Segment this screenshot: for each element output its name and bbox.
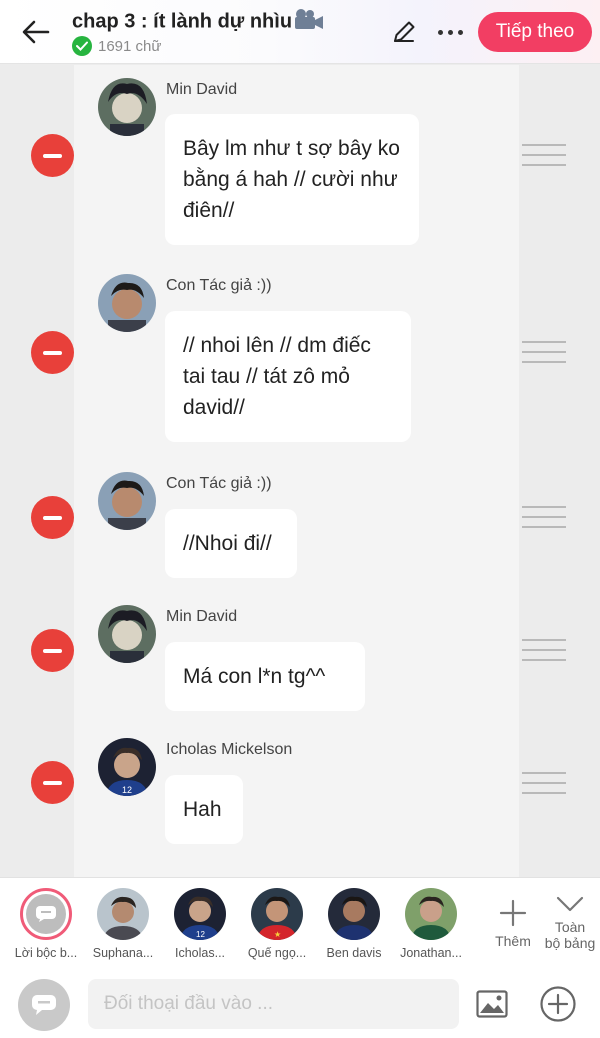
narrator-avatar	[20, 888, 72, 940]
current-speaker-button[interactable]	[18, 979, 70, 1031]
avatar	[97, 888, 149, 940]
character-jonathan[interactable]: Jonathan...	[395, 888, 467, 960]
author-name: Con Tác giả :))	[166, 475, 272, 492]
avatar[interactable]	[98, 605, 156, 663]
svg-text:★: ★	[274, 930, 281, 939]
message-bubble[interactable]: Hah	[165, 775, 243, 844]
message-bubble[interactable]: Bây lm như t sợ bây ko bằng á hah // cườ…	[165, 114, 419, 245]
author-name: Con Tác giả :))	[166, 277, 272, 294]
pencil-icon	[394, 21, 415, 42]
plus-circle-icon	[540, 986, 576, 1022]
avatar[interactable]	[98, 78, 156, 136]
remove-message-button[interactable]	[31, 134, 74, 177]
back-button[interactable]	[18, 14, 54, 50]
remove-message-button[interactable]	[31, 761, 74, 804]
plus-icon	[499, 899, 527, 927]
add-character-button[interactable]: Thêm	[486, 898, 540, 949]
image-icon	[476, 990, 508, 1018]
video-camera-icon	[294, 8, 324, 36]
all-characters-button[interactable]: Toàn bộ bảng	[540, 894, 600, 951]
author-name: Min David	[166, 81, 238, 98]
character-label: Quế ngọ...	[247, 946, 307, 960]
chapter-title: chap 3 : ít lành dự nhìu	[72, 8, 324, 36]
chapter-title-text: chap 3 : ít lành dự nhìu	[72, 10, 293, 33]
avatar	[328, 888, 380, 940]
insert-image-button[interactable]	[476, 989, 508, 1019]
message-bubble[interactable]: //Nhoi đi//	[165, 509, 297, 578]
character-label: Icholas...	[174, 946, 226, 960]
all-characters-label-line1: Toàn	[554, 919, 586, 935]
avatar	[405, 888, 457, 940]
input-bar	[0, 969, 600, 1038]
character-bar: Lời bộc b... Suphana... 12 Icholas... ★ …	[0, 877, 600, 969]
avatar: 12	[174, 888, 226, 940]
drag-handle[interactable]	[522, 639, 566, 661]
drag-handle[interactable]	[522, 144, 566, 166]
edit-button[interactable]	[388, 16, 420, 48]
svg-text:12: 12	[122, 785, 132, 795]
avatar[interactable]: 12	[98, 738, 156, 796]
character-label: Ben davis	[326, 946, 382, 960]
drag-handle[interactable]	[522, 341, 566, 363]
character-que-ngoc[interactable]: ★ Quế ngọ...	[241, 888, 313, 960]
remove-message-button[interactable]	[31, 331, 74, 374]
chat-bubble-icon	[32, 995, 56, 1015]
remove-message-button[interactable]	[31, 629, 74, 672]
dialogue-input[interactable]	[88, 979, 459, 1029]
author-name: Min David	[166, 608, 238, 625]
character-narrator[interactable]: Lời bộc b...	[10, 888, 82, 960]
check-icon	[72, 36, 92, 56]
avatar[interactable]	[98, 274, 156, 332]
character-label: Suphana...	[92, 946, 154, 960]
drag-handle[interactable]	[522, 506, 566, 528]
avatar[interactable]	[98, 472, 156, 530]
character-ben-davis[interactable]: Ben davis	[318, 888, 390, 960]
add-button[interactable]	[539, 985, 577, 1023]
chevron-down-icon	[556, 896, 584, 912]
message-bubble[interactable]: Má con l*n tg^^	[165, 642, 365, 711]
all-characters-label-line2: bộ bảng	[544, 935, 596, 951]
add-character-label: Thêm	[495, 933, 531, 949]
avatar: ★	[251, 888, 303, 940]
word-count-text: 1691 chữ	[98, 37, 162, 55]
chat-bubble-icon	[26, 894, 66, 934]
character-label: Jonathan...	[400, 946, 462, 960]
word-count: 1691 chữ	[72, 36, 161, 56]
chat-area[interactable]: Min David Bây lm như t sợ bây ko bằng á …	[0, 65, 600, 877]
character-label: Lời bộc b...	[14, 946, 78, 960]
character-suphana[interactable]: Suphana...	[87, 888, 159, 960]
arrow-left-icon	[22, 20, 50, 44]
drag-handle[interactable]	[522, 772, 566, 794]
remove-message-button[interactable]	[31, 496, 74, 539]
top-bar: chap 3 : ít lành dự nhìu 1691 chữ Tiếp t…	[0, 0, 600, 64]
message-bubble[interactable]: // nhoi lên // dm điếc tai tau // tát zô…	[165, 311, 411, 442]
character-icholas[interactable]: 12 Icholas...	[164, 888, 236, 960]
next-button[interactable]: Tiếp theo	[478, 12, 592, 52]
author-name: Icholas Mickelson	[166, 741, 293, 758]
more-options-button[interactable]	[430, 16, 470, 48]
svg-text:12: 12	[196, 930, 205, 939]
